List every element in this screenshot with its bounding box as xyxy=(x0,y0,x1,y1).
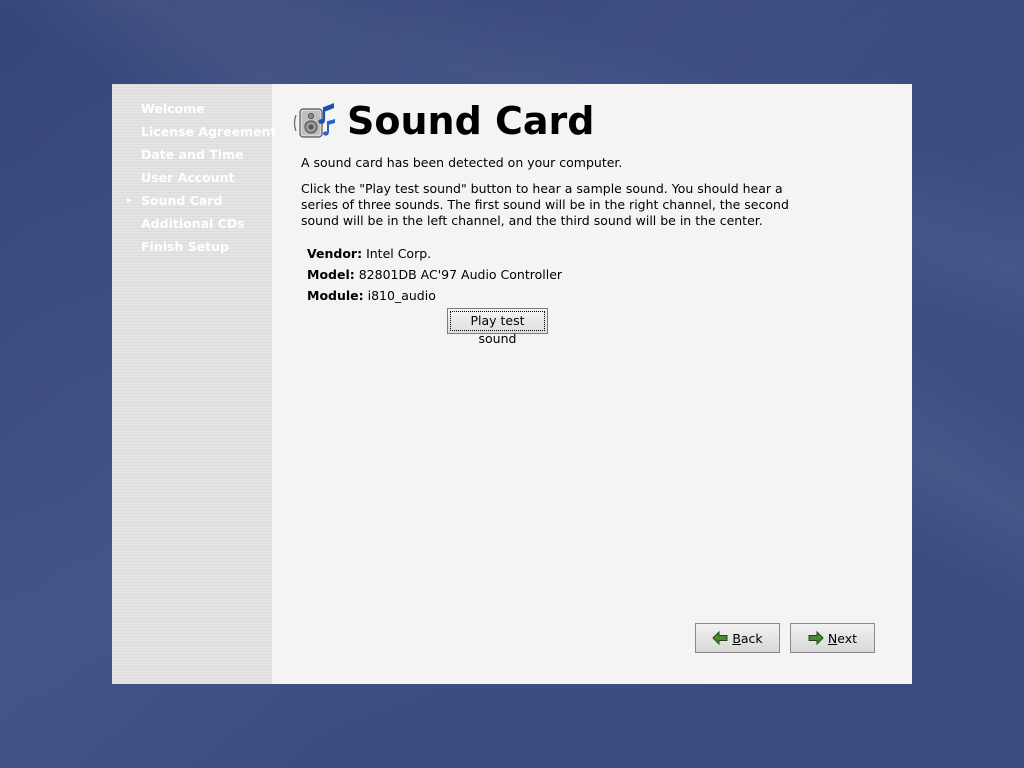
sidebar-item-label: Date and Time xyxy=(141,147,244,162)
sidebar-steps-list: Welcome License Agreement Date and Time … xyxy=(112,100,276,261)
sidebar: Welcome License Agreement Date and Time … xyxy=(112,84,276,684)
vendor-value: Intel Corp. xyxy=(366,246,432,261)
play-test-sound-button[interactable]: Play test sound xyxy=(447,308,548,346)
sidebar-item-sound-card: ▸ Sound Card xyxy=(112,192,272,215)
sidebar-item-date-and-time: Date and Time xyxy=(112,146,272,169)
back-mnemonic: B xyxy=(732,630,741,646)
sidebar-item-user-account: User Account xyxy=(112,169,272,192)
test-sound-instructions: Click the "Play test sound" button to he… xyxy=(301,181,789,228)
model-value: 82801DB AC'97 Audio Controller xyxy=(358,267,563,282)
sidebar-item-label: Welcome xyxy=(141,101,205,116)
sidebar-item-welcome: Welcome xyxy=(112,100,272,123)
current-step-arrow-icon: ▸ xyxy=(127,195,133,206)
detection-message: A sound card has been detected on your c… xyxy=(301,155,623,170)
sound-card-icon xyxy=(294,103,335,138)
vendor-row: Vendor: Intel Corp. xyxy=(307,246,562,267)
sound-card-info: Vendor: Intel Corp. Model: 82801DB AC'97… xyxy=(307,246,562,309)
model-row: Model: 82801DB AC'97 Audio Controller xyxy=(307,267,562,288)
back-label: Back xyxy=(732,631,762,646)
sidebar-item-additional-cds: Additional CDs xyxy=(112,215,272,238)
module-label: Module: xyxy=(307,288,364,303)
sidebar-item-label: Sound Card xyxy=(141,193,223,208)
sidebar-item-label: Additional CDs xyxy=(141,216,245,231)
next-button[interactable]: Next xyxy=(790,623,875,653)
arrow-left-icon xyxy=(712,631,728,645)
back-button[interactable]: Back xyxy=(695,623,780,653)
page-title: Sound Card xyxy=(347,99,595,143)
sidebar-item-license-agreement: License Agreement xyxy=(112,123,276,146)
sidebar-item-label: License Agreement xyxy=(141,124,277,139)
module-value: i810_audio xyxy=(367,288,436,303)
module-row: Module: i810_audio xyxy=(307,288,562,309)
next-label-rest: ext xyxy=(837,630,858,646)
play-test-sound-label: Play test sound xyxy=(450,311,545,346)
model-label: Model: xyxy=(307,267,355,282)
sidebar-item-label: Finish Setup xyxy=(141,239,230,254)
next-label: Next xyxy=(828,631,857,646)
main-content: Sound Card A sound card has been detecte… xyxy=(272,84,912,684)
back-label-rest: ack xyxy=(740,630,763,646)
sidebar-item-finish-setup: Finish Setup xyxy=(112,238,272,261)
vendor-label: Vendor: xyxy=(307,246,363,261)
sidebar-item-label: User Account xyxy=(141,170,235,185)
arrow-right-icon xyxy=(808,631,824,645)
firstboot-window: Welcome License Agreement Date and Time … xyxy=(112,84,912,684)
next-mnemonic: N xyxy=(827,630,838,646)
